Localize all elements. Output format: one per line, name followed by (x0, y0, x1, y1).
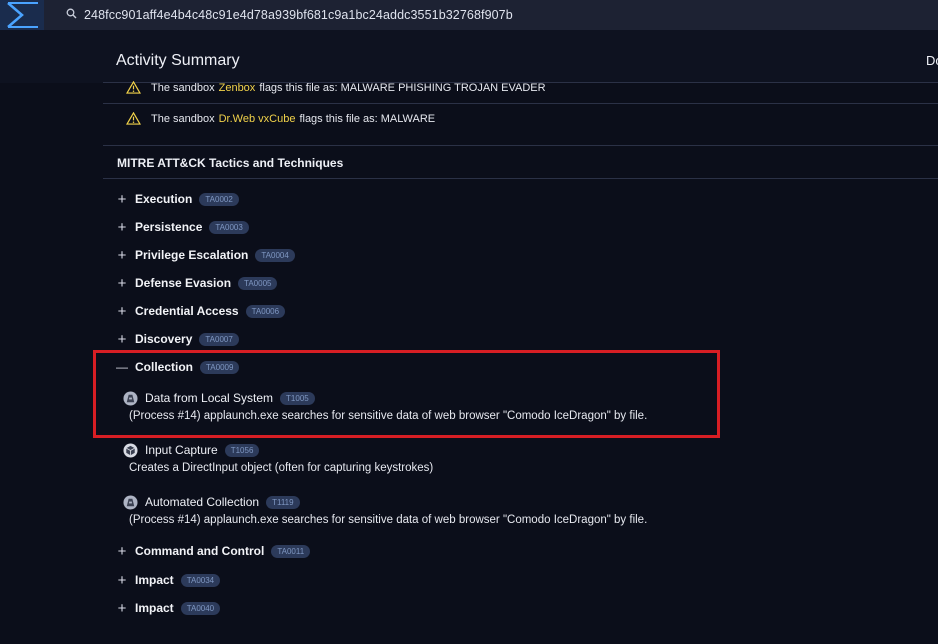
technique-label: Input Capture (145, 443, 218, 457)
warning-icon (126, 81, 141, 94)
tactic-label: Credential Access (135, 304, 239, 318)
tactic-defense-evasion[interactable]: + Defense Evasion TA0005 (116, 274, 278, 292)
sandbox-name-link[interactable]: Zenbox (219, 82, 256, 94)
technique-id-badge[interactable]: T1056 (224, 443, 260, 457)
search-input[interactable]: 248fcc901aff4e4b4c48c91e4d78a939bf681c9a… (84, 8, 513, 22)
logo[interactable] (0, 0, 44, 30)
divider (103, 178, 938, 179)
tactic-id-badge[interactable]: TA0034 (180, 573, 221, 587)
tactic-command-and-control[interactable]: + Command and Control TA0011 (116, 542, 311, 560)
sandbox-prefix: The sandbox (151, 112, 215, 125)
technique-description: (Process #14) applaunch.exe searches for… (129, 514, 648, 526)
highlight-box (93, 350, 720, 438)
warning-icon (126, 112, 141, 125)
technique-label: Automated Collection (145, 495, 260, 509)
tactic-label: Execution (135, 192, 193, 206)
tactic-label: Persistence (135, 220, 203, 234)
tactic-privilege-escalation[interactable]: + Privilege Escalation TA0004 (116, 246, 295, 264)
expand-toggle-icon[interactable]: + (116, 191, 128, 208)
page-title: Activity Summary (116, 52, 240, 69)
tactic-persistence[interactable]: + Persistence TA0003 (116, 218, 249, 236)
tactic-label: Discovery (135, 332, 193, 346)
expand-toggle-icon[interactable]: + (116, 600, 128, 617)
expand-toggle-icon[interactable]: + (116, 543, 128, 560)
expand-toggle-icon[interactable]: + (116, 275, 128, 292)
tactic-id-badge[interactable]: TA0005 (238, 276, 278, 290)
sandbox-name-link[interactable]: Dr.Web vxCube (219, 113, 296, 125)
tactic-id-badge[interactable]: TA0006 (245, 304, 286, 318)
expand-toggle-icon[interactable]: + (116, 572, 128, 589)
tactic-label: Impact (135, 573, 174, 587)
expand-toggle-icon[interactable]: + (116, 247, 128, 264)
tactic-discovery[interactable]: + Discovery TA0007 (116, 330, 239, 348)
sandbox-icon (123, 494, 138, 510)
tactic-credential-access[interactable]: + Credential Access TA0006 (116, 302, 286, 320)
divider (103, 103, 938, 104)
header-right-label[interactable]: Do (926, 53, 938, 68)
expand-toggle-icon[interactable]: + (116, 331, 128, 348)
tactic-label: Command and Control (135, 544, 265, 558)
tactic-id-badge[interactable]: TA0011 (271, 544, 311, 558)
sandbox-verdict: flags this file as: MALWARE (299, 112, 436, 125)
tactic-impact[interactable]: + Impact TA0040 (116, 599, 221, 617)
technique-automated-collection[interactable]: Automated Collection T1119 (123, 493, 300, 511)
sandbox-row: The sandbox Zenbox flags this file as: M… (126, 81, 546, 94)
search-icon[interactable] (66, 8, 77, 19)
mitre-section-title: MITRE ATT&CK Tactics and Techniques (117, 156, 344, 170)
tactic-label: Privilege Escalation (135, 248, 249, 262)
technique-input-capture[interactable]: Input Capture T1056 (123, 441, 260, 459)
sandbox-row: The sandbox Dr.Web vxCube flags this fil… (126, 112, 435, 125)
top-bar: 248fcc901aff4e4b4c48c91e4d78a939bf681c9a… (0, 0, 938, 31)
divider (103, 145, 938, 146)
tactic-execution[interactable]: + Execution TA0002 (116, 190, 239, 208)
tactic-label: Impact (135, 601, 174, 615)
cube-icon (123, 442, 138, 458)
technique-id-badge[interactable]: T1119 (266, 495, 300, 509)
technique-description: Creates a DirectInput object (often for … (129, 462, 434, 474)
tactic-id-badge[interactable]: TA0002 (199, 192, 239, 206)
expand-toggle-icon[interactable]: + (116, 219, 128, 236)
tactic-id-badge[interactable]: TA0040 (180, 601, 221, 615)
tactic-id-badge[interactable]: TA0003 (209, 220, 249, 234)
tactic-label: Defense Evasion (135, 276, 232, 290)
tactic-id-badge[interactable]: TA0004 (255, 248, 295, 262)
tactic-id-badge[interactable]: TA0007 (199, 332, 239, 346)
tactic-impact[interactable]: + Impact TA0034 (116, 571, 221, 589)
expand-toggle-icon[interactable]: + (116, 303, 128, 320)
sandbox-verdict: flags this file as: MALWARE PHISHING TRO… (259, 81, 546, 94)
sandbox-prefix: The sandbox (151, 81, 215, 94)
